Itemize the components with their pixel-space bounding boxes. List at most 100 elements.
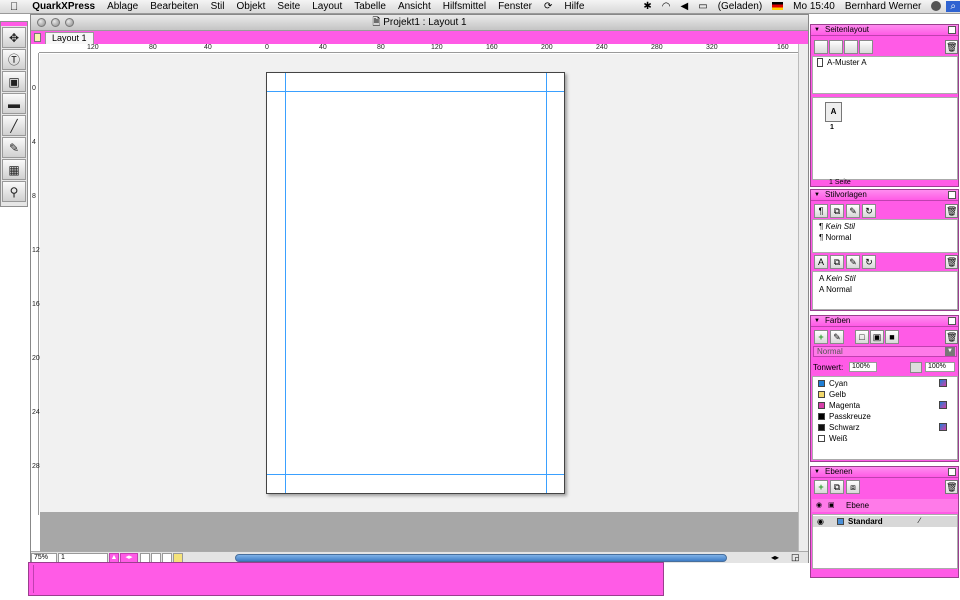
close-window-icon[interactable]: [37, 18, 46, 27]
document-page[interactable]: [266, 72, 565, 494]
character-style-item[interactable]: A Normal: [819, 285, 852, 294]
tools-palette-titlebar[interactable]: [1, 22, 27, 26]
duplicate-page-icon[interactable]: [844, 40, 858, 54]
menu-hilfsmittel[interactable]: Hilfsmittel: [437, 1, 492, 12]
margin-guide-bottom[interactable]: [267, 474, 564, 475]
picture-content-tool-icon[interactable]: ▣: [2, 71, 26, 92]
collapse-icon[interactable]: [948, 317, 956, 325]
duplicate-layer-icon[interactable]: ⧉: [830, 480, 844, 494]
page-layout-palette-header[interactable]: Seitenlayout: [811, 25, 958, 36]
collapse-icon[interactable]: [948, 26, 956, 34]
scroll-arrows-icon[interactable]: ◂▸: [771, 553, 779, 562]
zoom-window-icon[interactable]: [65, 18, 74, 27]
clock[interactable]: Mo 15:40: [788, 1, 840, 12]
menu-layout[interactable]: Layout: [306, 1, 348, 12]
style-sheets-palette-header[interactable]: Stilvorlagen: [811, 190, 958, 201]
user-name[interactable]: Bernhard Werner: [840, 1, 927, 12]
delete-char-style-icon[interactable]: 🗑: [945, 255, 958, 269]
menu-seite[interactable]: Seite: [271, 1, 306, 12]
horizontal-scrollbar-thumb[interactable]: [235, 554, 727, 562]
color-item-cyan[interactable]: Cyan: [818, 379, 848, 388]
frame-color-icon[interactable]: □: [855, 330, 869, 344]
opacity-icon[interactable]: [910, 362, 922, 373]
master-page-item[interactable]: A-Muster A: [817, 58, 867, 68]
bluetooth-icon[interactable]: ✱: [638, 1, 656, 12]
shade-field[interactable]: 100%: [849, 362, 877, 372]
delete-color-icon[interactable]: 🗑: [945, 330, 958, 344]
collapse-icon[interactable]: [948, 468, 956, 476]
menu-bearbeiten[interactable]: Bearbeiten: [144, 1, 204, 12]
menu-ansicht[interactable]: Ansicht: [392, 1, 437, 12]
text-content-tool-icon[interactable]: Ⓣ: [2, 49, 26, 70]
resize-grip-icon[interactable]: ◲: [791, 552, 800, 563]
character-style-item[interactable]: A Kein Stil: [819, 274, 855, 283]
update-char-style-icon[interactable]: ↻: [862, 255, 876, 269]
volume-icon[interactable]: ◀: [676, 1, 694, 12]
table-tool-icon[interactable]: ▦: [2, 159, 26, 180]
collapse-icon[interactable]: [948, 191, 956, 199]
rectangle-box-tool-icon[interactable]: ▬: [2, 93, 26, 114]
new-color-icon[interactable]: +: [814, 330, 828, 344]
menu-hilfe[interactable]: Hilfe: [558, 1, 590, 12]
apply-master-icon[interactable]: [859, 40, 873, 54]
menu-app[interactable]: QuarkXPress: [26, 1, 101, 12]
battery-icon[interactable]: ▭: [693, 1, 712, 12]
background-color-icon[interactable]: ■: [885, 330, 899, 344]
item-tool-icon[interactable]: ✥: [2, 27, 26, 48]
script-menu-icon[interactable]: ⟳: [538, 1, 558, 12]
measurements-palette[interactable]: [28, 562, 664, 596]
new-facing-page-icon[interactable]: [829, 40, 843, 54]
layer-row-standard[interactable]: ◉ Standard ∕: [813, 516, 957, 527]
content-color-icon[interactable]: ▣: [870, 330, 884, 344]
vertical-ruler[interactable]: 0 4 8 12 16 20 24 28: [31, 53, 40, 515]
colors-palette-header[interactable]: Farben: [811, 316, 958, 327]
page-thumbnail[interactable]: A: [825, 102, 842, 122]
layers-palette-header[interactable]: Ebenen: [811, 467, 958, 478]
duplicate-style-icon[interactable]: ⧉: [830, 204, 844, 218]
window-titlebar[interactable]: 🗎 Projekt1 : Layout 1: [31, 15, 808, 31]
merge-layers-icon[interactable]: ⧈: [846, 480, 860, 494]
edit-layer-icon[interactable]: ∕: [919, 516, 920, 525]
color-item-magenta[interactable]: Magenta: [818, 401, 860, 410]
new-character-style-icon[interactable]: A: [814, 255, 828, 269]
color-mode-select[interactable]: Normal ▼: [813, 346, 957, 357]
line-tool-icon[interactable]: ╱: [2, 115, 26, 136]
minimize-window-icon[interactable]: [51, 18, 60, 27]
menu-ablage[interactable]: Ablage: [101, 1, 144, 12]
new-paragraph-style-icon[interactable]: ¶: [814, 204, 828, 218]
eye-icon[interactable]: ◉: [817, 517, 824, 526]
delete-style-icon[interactable]: 🗑: [945, 204, 958, 218]
paragraph-style-item[interactable]: ¶ Normal: [819, 233, 851, 242]
color-item-gelb[interactable]: Gelb: [818, 390, 846, 399]
delete-page-icon[interactable]: 🗑: [945, 40, 958, 54]
zoom-tool-icon[interactable]: ⚲: [2, 181, 26, 202]
duplicate-char-style-icon[interactable]: ⧉: [830, 255, 844, 269]
new-layer-icon[interactable]: +: [814, 480, 828, 494]
tab-layout-1[interactable]: Layout 1: [45, 32, 94, 44]
language-flag-icon[interactable]: [767, 1, 788, 12]
margin-guide-top[interactable]: [267, 91, 564, 92]
apple-menu-icon[interactable]: : [0, 1, 26, 13]
edit-color-icon[interactable]: ✎: [830, 330, 844, 344]
color-item-schwarz[interactable]: Schwarz: [818, 423, 860, 432]
opacity-field[interactable]: 100%: [925, 362, 955, 372]
delete-layer-icon[interactable]: 🗑: [945, 480, 958, 494]
menu-objekt[interactable]: Objekt: [231, 1, 272, 12]
vertical-scrollbar[interactable]: [798, 44, 808, 551]
wifi-icon[interactable]: ◠: [657, 1, 676, 12]
horizontal-ruler[interactable]: 120 80 40 0 40 80 120 160 200 240 280 32…: [39, 44, 808, 53]
pen-tool-icon[interactable]: ✎: [2, 137, 26, 158]
palette-grip[interactable]: [33, 565, 34, 593]
color-item-passkreuze[interactable]: Passkreuze: [818, 412, 871, 421]
spotlight-search-icon[interactable]: ⌕: [946, 1, 960, 12]
menu-fenster[interactable]: Fenster: [492, 1, 538, 12]
margin-guide-right[interactable]: [546, 73, 547, 493]
menu-tabelle[interactable]: Tabelle: [348, 1, 392, 12]
margin-guide-left[interactable]: [285, 73, 286, 493]
spotlight-icon[interactable]: [926, 1, 946, 12]
new-page-icon[interactable]: [814, 40, 828, 54]
update-style-icon[interactable]: ↻: [862, 204, 876, 218]
color-item-weiss[interactable]: Weiß: [818, 434, 848, 443]
layout-options-icon[interactable]: [34, 33, 41, 42]
edit-style-icon[interactable]: ✎: [846, 204, 860, 218]
